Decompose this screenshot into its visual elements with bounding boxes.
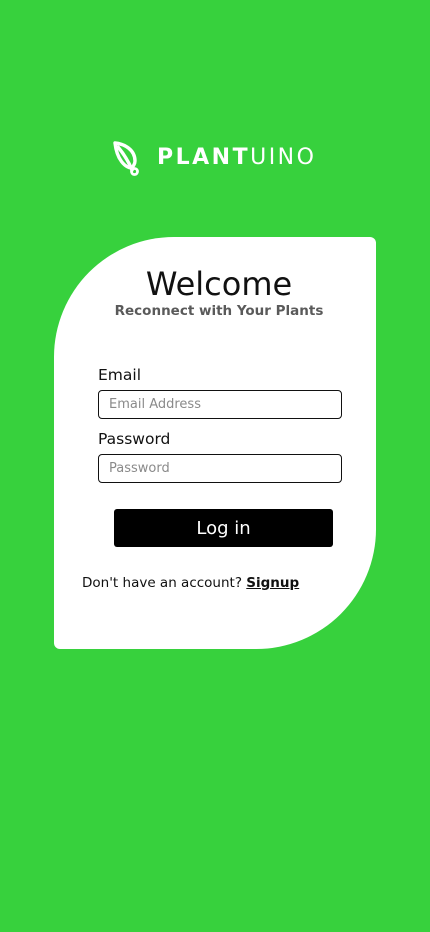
login-card: Welcome Reconnect with Your Plants Email…	[54, 237, 376, 649]
app-logo: PLANTUINO	[111, 140, 316, 176]
email-field[interactable]	[98, 390, 342, 419]
signup-prompt-row: Don't have an account? Signup	[82, 574, 299, 592]
password-field[interactable]	[98, 454, 342, 483]
login-button[interactable]: Log in	[114, 509, 333, 547]
signup-link[interactable]: Signup	[246, 575, 299, 591]
brand-name: PLANTUINO	[157, 140, 316, 176]
welcome-title: Welcome	[145, 265, 293, 303]
leaf-sprout-icon	[113, 141, 139, 176]
welcome-subtitle: Reconnect with Your Plants	[114, 303, 324, 319]
signup-prompt-text: Don't have an account?	[82, 575, 242, 591]
brand-name-bold: PLANT	[157, 145, 251, 170]
password-label: Password	[98, 430, 171, 448]
brand-name-light: UINO	[250, 145, 317, 170]
email-label: Email	[98, 366, 142, 384]
